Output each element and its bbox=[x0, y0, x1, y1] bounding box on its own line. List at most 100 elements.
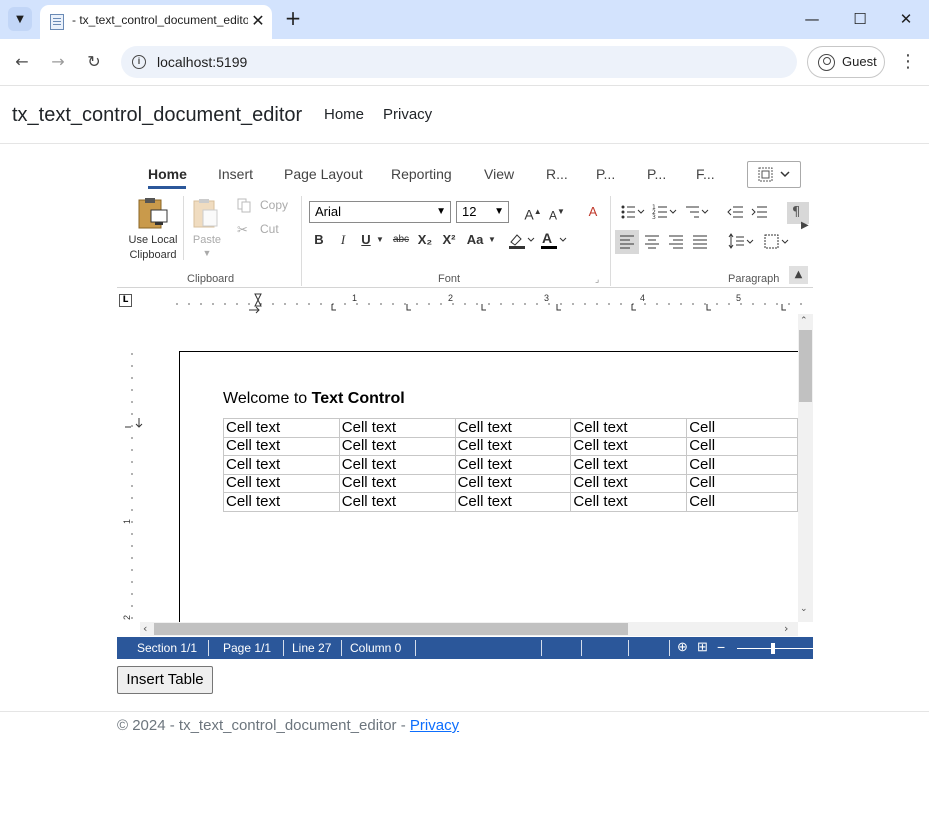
table-cell[interactable]: Cell text bbox=[338, 436, 456, 456]
back-icon[interactable]: ← bbox=[10, 50, 34, 74]
table-cell[interactable]: Cell bbox=[686, 418, 798, 438]
document-canvas[interactable]: Welcome to Text Control Cell text Cell te… bbox=[147, 314, 798, 622]
right-indent-marker-icon[interactable] bbox=[249, 306, 260, 314]
table-cell[interactable]: Cell bbox=[686, 473, 798, 493]
decrease-indent-icon[interactable] bbox=[727, 206, 743, 218]
url-text[interactable]: localhost:5199 bbox=[157, 54, 247, 70]
zoom-out-button[interactable]: − bbox=[717, 639, 725, 655]
forward-icon[interactable]: → bbox=[46, 50, 70, 74]
align-center-icon[interactable] bbox=[645, 235, 659, 249]
address-bar[interactable]: i localhost:5199 bbox=[121, 46, 797, 78]
table-cell[interactable]: Cell text bbox=[223, 492, 340, 512]
font-dialog-launcher-icon[interactable]: ⌟ bbox=[595, 272, 599, 287]
justify-icon[interactable] bbox=[693, 235, 707, 249]
fit-page-icon[interactable]: ⊕ bbox=[677, 639, 688, 655]
table-cell[interactable]: Cell text bbox=[223, 436, 340, 456]
borders-icon[interactable] bbox=[764, 234, 789, 249]
tab-home[interactable]: Home bbox=[148, 166, 187, 182]
chevron-down-icon[interactable]: ▼ bbox=[487, 230, 497, 250]
tab-page-layout[interactable]: Page Layout bbox=[284, 166, 363, 182]
clear-formatting-icon[interactable]: A bbox=[583, 202, 603, 222]
highlight-color-icon[interactable] bbox=[507, 230, 537, 250]
bold-button[interactable]: B bbox=[309, 230, 329, 250]
tab-insert[interactable]: Insert bbox=[218, 166, 253, 182]
site-brand[interactable]: tx_text_control_document_editor bbox=[12, 104, 302, 127]
insert-table-button[interactable]: Insert Table bbox=[117, 666, 213, 694]
vertical-scroll-thumb[interactable] bbox=[799, 330, 812, 402]
table-cell[interactable]: Cell text bbox=[454, 436, 572, 456]
table-cell[interactable]: Cell text bbox=[223, 455, 340, 475]
horizontal-scrollbar[interactable]: ‹ › bbox=[140, 622, 798, 636]
paste-button[interactable]: Paste ▼ bbox=[187, 196, 227, 266]
table-row[interactable]: Cell text Cell text Cell text Cell text Cell bbox=[223, 455, 798, 475]
site-info-icon[interactable]: i bbox=[132, 55, 146, 69]
table-cell[interactable]: Cell bbox=[686, 436, 798, 456]
table-cell[interactable]: Cell text bbox=[454, 473, 572, 493]
scroll-right-icon[interactable]: › bbox=[784, 622, 788, 636]
font-family-select[interactable]: Arial ▼ bbox=[309, 201, 451, 223]
tab-view[interactable]: View bbox=[484, 166, 514, 182]
table-cell[interactable]: Cell text bbox=[338, 455, 456, 475]
table-cell[interactable]: Cell text bbox=[454, 418, 572, 438]
table-row[interactable]: Cell text Cell text Cell text Cell text Cell bbox=[223, 418, 798, 438]
table-cell[interactable]: Cell bbox=[686, 455, 798, 475]
grow-font-icon[interactable]: A▲ bbox=[523, 202, 543, 222]
tab-f[interactable]: F... bbox=[696, 166, 715, 182]
underline-button[interactable]: U bbox=[357, 230, 375, 250]
reload-icon[interactable]: ↻ bbox=[82, 50, 106, 74]
indent-marker-icon[interactable] bbox=[254, 293, 262, 307]
collapse-ribbon-icon[interactable]: ▲ bbox=[789, 266, 808, 284]
italic-button[interactable]: I bbox=[333, 230, 353, 250]
maximize-icon[interactable]: ☐ bbox=[846, 6, 874, 32]
chevron-down-icon[interactable]: ▼ bbox=[375, 230, 385, 250]
vertical-ruler[interactable]: 12 bbox=[117, 314, 147, 622]
table-cell[interactable]: Cell text bbox=[570, 455, 688, 475]
ribbon-scroll-right-icon[interactable]: ▶ bbox=[801, 216, 813, 236]
strikethrough-button[interactable]: abc bbox=[389, 230, 413, 250]
tab-p2[interactable]: P... bbox=[647, 166, 666, 182]
copy-button[interactable]: Copy bbox=[235, 198, 295, 216]
table-cell[interactable]: Cell text bbox=[454, 492, 572, 512]
minimize-icon[interactable]: — bbox=[798, 6, 826, 32]
font-color-icon[interactable]: A bbox=[539, 230, 569, 250]
tab-r[interactable]: R... bbox=[546, 166, 568, 182]
bullets-icon[interactable] bbox=[621, 205, 645, 219]
fit-width-icon[interactable]: ⊞ bbox=[697, 639, 708, 655]
table-cell[interactable]: Cell text bbox=[338, 492, 456, 512]
table-cell[interactable]: Cell text bbox=[570, 473, 688, 493]
zoom-slider-thumb[interactable] bbox=[771, 643, 776, 654]
table-cell[interactable]: Cell text bbox=[223, 418, 340, 438]
scroll-down-icon[interactable]: ⌄ bbox=[800, 604, 808, 614]
scroll-left-icon[interactable]: ‹ bbox=[143, 622, 147, 636]
browser-tab[interactable]: - tx_text_control_document_editor ✕ bbox=[40, 5, 272, 39]
scroll-up-icon[interactable]: ⌃ bbox=[800, 316, 808, 326]
table-row[interactable]: Cell text Cell text Cell text Cell text Cell bbox=[223, 473, 798, 493]
font-size-select[interactable]: 12 ▼ bbox=[456, 201, 509, 223]
use-local-clipboard-button[interactable]: Use Local Clipboard bbox=[127, 196, 179, 266]
table-row[interactable]: Cell text Cell text Cell text Cell text Cell bbox=[223, 492, 798, 512]
subscript-button[interactable]: X₂ bbox=[415, 230, 435, 250]
more-menu-icon[interactable]: ⋮ bbox=[898, 50, 918, 74]
table-cell[interactable]: Cell text bbox=[570, 436, 688, 456]
tab-reporting[interactable]: Reporting bbox=[391, 166, 452, 182]
horizontal-scroll-thumb[interactable] bbox=[154, 623, 628, 635]
cut-button[interactable]: ✂ Cut bbox=[235, 222, 295, 240]
tab-p1[interactable]: P... bbox=[596, 166, 615, 182]
close-icon[interactable]: ✕ bbox=[248, 11, 268, 31]
profile-button[interactable]: Guest bbox=[807, 46, 885, 78]
shrink-font-icon[interactable]: A▼ bbox=[547, 202, 567, 222]
table-cell[interactable]: Cell bbox=[686, 492, 798, 512]
vertical-scrollbar[interactable]: ⌃ ⌄ bbox=[798, 314, 813, 622]
table-cell[interactable]: Cell text bbox=[570, 418, 688, 438]
align-left-icon[interactable] bbox=[615, 230, 639, 254]
multilevel-list-icon[interactable] bbox=[686, 206, 709, 218]
tab-search-icon[interactable]: ▼ bbox=[8, 7, 32, 31]
footer-privacy-link[interactable]: Privacy bbox=[410, 717, 459, 734]
new-tab-icon[interactable]: + bbox=[282, 6, 304, 30]
superscript-button[interactable]: X² bbox=[439, 230, 459, 250]
table-cell[interactable]: Cell text bbox=[223, 473, 340, 493]
ribbon-view-toggle[interactable] bbox=[747, 161, 801, 188]
table-cell[interactable]: Cell text bbox=[454, 455, 572, 475]
numbering-icon[interactable]: 123 bbox=[652, 204, 677, 221]
line-spacing-icon[interactable] bbox=[728, 233, 754, 249]
